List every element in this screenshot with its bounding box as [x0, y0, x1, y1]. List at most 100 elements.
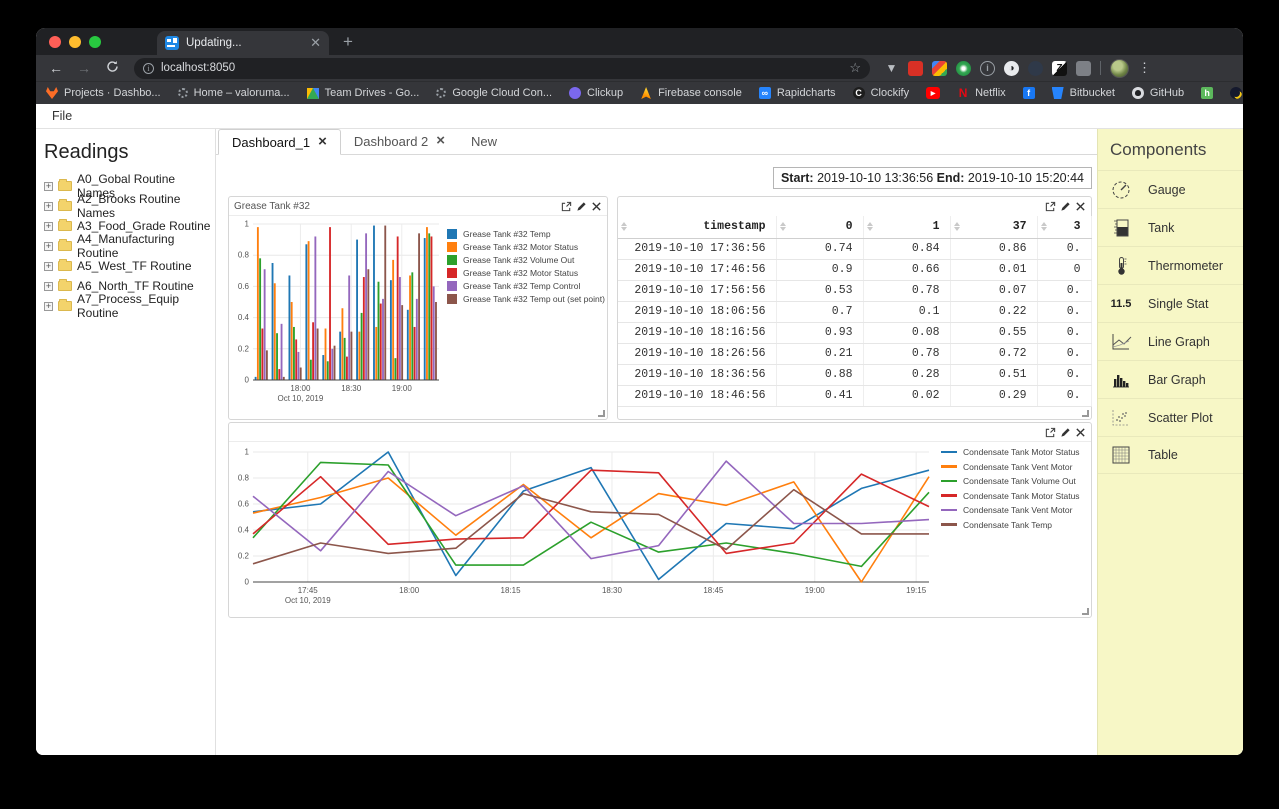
- expand-plus-icon[interactable]: +: [44, 221, 53, 231]
- bookmark-item[interactable]: Google Cloud Con...: [436, 87, 552, 99]
- bookmark-item[interactable]: ∞ Rapidcharts: [758, 87, 836, 99]
- tree-item[interactable]: + A7_Process_Equip Routine: [44, 292, 215, 320]
- resize-handle[interactable]: [598, 410, 605, 417]
- bookmark-item[interactable]: Clickup: [569, 87, 623, 99]
- legend-item[interactable]: Condensate Tank Motor Status: [941, 491, 1080, 501]
- back-icon[interactable]: ←: [44, 60, 68, 76]
- close-icon[interactable]: [1075, 427, 1086, 438]
- sort-icon[interactable]: [864, 222, 873, 232]
- component-item-thermometer[interactable]: Thermometer: [1098, 246, 1243, 284]
- resize-handle[interactable]: [1082, 608, 1089, 615]
- forward-icon[interactable]: →: [72, 60, 96, 76]
- sort-icon[interactable]: [618, 222, 627, 232]
- bookmark-item[interactable]: C Clockify: [852, 87, 909, 99]
- component-label: Single Stat: [1148, 296, 1209, 311]
- component-item-tank[interactable]: Tank: [1098, 208, 1243, 246]
- open-in-window-icon[interactable]: [561, 201, 572, 212]
- close-icon[interactable]: [591, 201, 602, 212]
- bookmark-item[interactable]: ▶: [926, 87, 941, 99]
- bookmark-item[interactable]: Team Drives - Go...: [306, 87, 419, 99]
- legend-item[interactable]: Grease Tank #32 Motor Status: [447, 242, 605, 252]
- column-header-0[interactable]: 0: [776, 216, 864, 239]
- expand-plus-icon[interactable]: +: [44, 281, 53, 291]
- bookmark-item[interactable]: h: [1201, 87, 1214, 99]
- edit-pencil-icon[interactable]: [1060, 427, 1071, 438]
- extension-icon-info[interactable]: i: [980, 60, 995, 76]
- tab-close-icon[interactable]: ×: [436, 133, 445, 148]
- minimize-window-button[interactable]: [69, 35, 81, 48]
- legend-item[interactable]: Condensate Tank Vent Motor: [941, 462, 1080, 472]
- expand-plus-icon[interactable]: +: [44, 201, 53, 211]
- bookmark-item[interactable]: Firebase console: [640, 87, 742, 99]
- bookmark-item[interactable]: Bitbucket: [1051, 87, 1115, 99]
- reload-icon[interactable]: [100, 60, 124, 76]
- browser-menu-icon[interactable]: ⋮: [1138, 60, 1151, 76]
- bookmark-item[interactable]: N Netflix: [957, 86, 1006, 100]
- extension-icon-photos[interactable]: [932, 60, 947, 76]
- url-text[interactable]: localhost:8050: [161, 62, 842, 74]
- extension-icon-green[interactable]: [956, 60, 971, 76]
- open-in-window-icon[interactable]: [1045, 201, 1056, 212]
- page-info-icon[interactable]: i: [143, 62, 154, 74]
- extension-icon-blue[interactable]: [1028, 60, 1043, 76]
- file-menu[interactable]: File: [52, 109, 72, 123]
- vimium-extension-icon[interactable]: ▼: [884, 61, 899, 76]
- close-icon[interactable]: [1075, 201, 1086, 212]
- open-in-window-icon[interactable]: [1045, 427, 1056, 438]
- edit-pencil-icon[interactable]: [576, 201, 587, 212]
- bookmark-item[interactable]: GitHub: [1131, 87, 1184, 99]
- tab-close-icon[interactable]: ×: [318, 134, 327, 149]
- close-window-button[interactable]: [49, 35, 61, 48]
- expand-plus-icon[interactable]: +: [44, 301, 53, 311]
- component-item-table[interactable]: Table: [1098, 436, 1243, 474]
- expand-plus-icon[interactable]: +: [44, 181, 53, 191]
- extension-icon-z[interactable]: Z: [1052, 60, 1067, 76]
- tree-item[interactable]: + A4_Manufacturing Routine: [44, 232, 215, 260]
- dashboard-tab-dashboard-1[interactable]: Dashboard_1 ×: [218, 129, 341, 155]
- legend-item[interactable]: Grease Tank #32 Temp out (set point): [447, 294, 605, 304]
- bookmark-star-icon[interactable]: ☆: [849, 60, 861, 76]
- expand-plus-icon[interactable]: +: [44, 261, 53, 271]
- legend-item[interactable]: Condensate Tank Vent Motor: [941, 505, 1080, 515]
- resize-handle[interactable]: [1082, 410, 1089, 417]
- browser-tab[interactable]: Updating... ✕: [157, 31, 329, 55]
- tab-close-icon[interactable]: ✕: [310, 35, 321, 51]
- tree-item[interactable]: + A2_Brooks Routine Names: [44, 192, 215, 220]
- dashboard-tab-new[interactable]: New: [458, 128, 510, 154]
- profile-avatar[interactable]: [1110, 58, 1129, 78]
- column-header-37[interactable]: 37: [950, 216, 1038, 239]
- component-item-gauge[interactable]: Gauge: [1098, 170, 1243, 208]
- legend-item[interactable]: Grease Tank #32 Volume Out: [447, 255, 605, 265]
- sort-icon[interactable]: [777, 222, 786, 232]
- sort-icon[interactable]: [951, 222, 960, 232]
- tree-item[interactable]: + A5_West_TF Routine: [44, 256, 215, 276]
- bookmark-item[interactable]: Projects · Dashbo...: [46, 87, 161, 99]
- extension-icon-red[interactable]: [908, 60, 923, 76]
- expand-plus-icon[interactable]: +: [44, 241, 53, 251]
- legend-item[interactable]: Grease Tank #32 Temp: [447, 229, 605, 239]
- column-header-1[interactable]: 1: [863, 216, 951, 239]
- bookmark-item[interactable]: f: [1022, 87, 1035, 99]
- legend-item[interactable]: Condensate Tank Temp: [941, 520, 1080, 530]
- line-chart-panel: 0 0.2 0.4 0.6 0.8 1 17:45 Oct 10, 2019 18:00 18:1…: [228, 422, 1092, 618]
- bookmark-item[interactable]: Dyn: [1230, 87, 1243, 99]
- zoom-window-button[interactable]: [89, 35, 101, 48]
- address-bar[interactable]: i localhost:8050 ☆: [134, 57, 870, 79]
- dashboard-tab-dashboard-2[interactable]: Dashboard 2 ×: [341, 128, 458, 154]
- component-item-scatter-plot[interactable]: Scatter Plot: [1098, 398, 1243, 436]
- dark-mode-extension-icon[interactable]: ◑: [1004, 60, 1019, 76]
- extension-icon-gray[interactable]: [1076, 60, 1091, 76]
- legend-item[interactable]: Condensate Tank Volume Out: [941, 476, 1080, 486]
- new-tab-button[interactable]: +: [343, 32, 353, 52]
- component-item-single-stat[interactable]: 11.5 Single Stat: [1098, 284, 1243, 322]
- column-header-3[interactable]: 3: [1037, 216, 1092, 239]
- component-item-line-graph[interactable]: Line Graph: [1098, 322, 1243, 360]
- legend-item[interactable]: Grease Tank #32 Temp Control: [447, 281, 605, 291]
- legend-item[interactable]: Condensate Tank Motor Status: [941, 447, 1080, 457]
- edit-pencil-icon[interactable]: [1060, 201, 1071, 212]
- legend-item[interactable]: Grease Tank #32 Motor Status: [447, 268, 605, 278]
- component-item-bar-graph[interactable]: Bar Graph: [1098, 360, 1243, 398]
- column-header-timestamp[interactable]: timestamp: [618, 216, 777, 239]
- bookmark-item[interactable]: Home – valoruma...: [177, 87, 290, 99]
- sort-icon[interactable]: [1038, 222, 1047, 232]
